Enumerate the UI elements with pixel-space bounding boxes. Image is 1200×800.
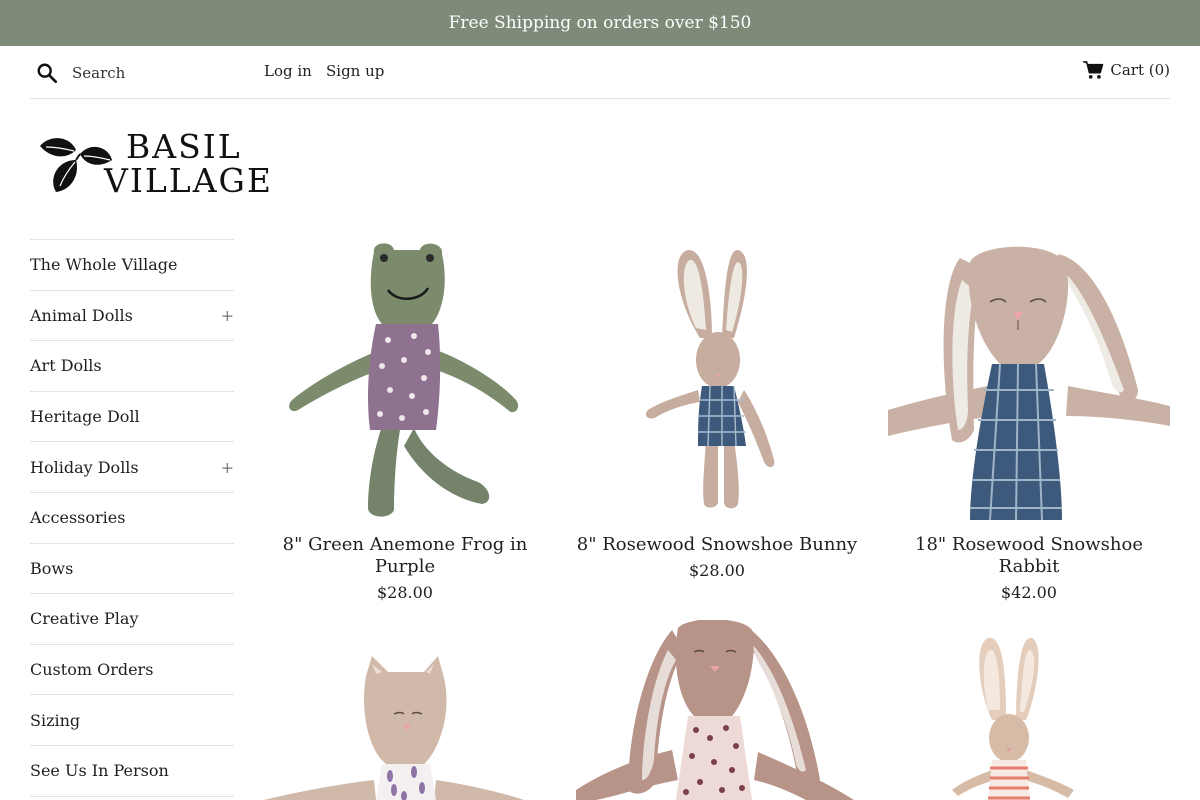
expand-plus-icon[interactable]: + [221, 306, 234, 325]
announcement-bar: Free Shipping on orders over $150 [0, 0, 1200, 46]
product-price: $28.00 [689, 561, 745, 580]
sidebar-item-holiday-dolls[interactable]: Holiday Dolls + [30, 442, 234, 493]
sidebar-item-custom-orders[interactable]: Custom Orders [30, 645, 234, 696]
top-bar: Log in Sign up Cart (0) [30, 46, 1170, 99]
product-card[interactable] [576, 620, 858, 800]
product-image-large-rabbit[interactable] [888, 240, 1170, 520]
sidebar-item-label: Accessories [30, 508, 126, 528]
search-icon[interactable] [36, 62, 58, 84]
sidebar-item-creative-play[interactable]: Creative Play [30, 594, 234, 645]
product-card[interactable] [888, 620, 1170, 800]
product-card[interactable]: 18" Rosewood Snowshoe Rabbit $42.00 [888, 240, 1170, 602]
product-image-cat[interactable] [264, 620, 546, 800]
product-title[interactable]: 8" Green Anemone Frog in Purple [264, 534, 546, 578]
sidebar-item-label: See Us In Person [30, 761, 169, 781]
product-image-small-bunny[interactable] [576, 240, 858, 520]
cart-label: Cart (0) [1110, 61, 1170, 79]
product-price: $28.00 [377, 583, 433, 602]
product-image-striped-bunny[interactable] [888, 620, 1170, 800]
sidebar-item-label: Animal Dolls [30, 305, 133, 325]
logo-text: BASIL VILLAGE [104, 130, 273, 198]
login-link[interactable]: Log in [264, 62, 312, 80]
sidebar-item-whole-village[interactable]: The Whole Village [30, 240, 234, 291]
announcement-text: Free Shipping on orders over $150 [448, 13, 752, 33]
sidebar-item-label: Bows [30, 558, 74, 578]
sidebar-item-label: Art Dolls [30, 356, 102, 376]
search-input[interactable] [72, 60, 252, 86]
signup-link[interactable]: Sign up [326, 62, 384, 80]
sidebar-nav: The Whole Village Animal Dolls + Art Doll… [30, 239, 234, 797]
product-title[interactable]: 8" Rosewood Snowshoe Bunny [576, 534, 858, 556]
logo-line-1: BASIL [126, 127, 242, 166]
product-image-floral-rabbit[interactable] [576, 620, 858, 800]
sidebar-item-label: Creative Play [30, 609, 139, 629]
logo-line-2: VILLAGE [104, 161, 273, 200]
sidebar-item-see-us-in-person[interactable]: See Us In Person [30, 746, 234, 797]
sidebar-item-bows[interactable]: Bows [30, 544, 234, 595]
product-price: $42.00 [1001, 583, 1057, 602]
sidebar-item-accessories[interactable]: Accessories [30, 493, 234, 544]
product-title[interactable]: 18" Rosewood Snowshoe Rabbit [888, 534, 1170, 578]
product-image-frog[interactable] [264, 240, 546, 520]
sidebar-item-animal-dolls[interactable]: Animal Dolls + [30, 291, 234, 342]
sidebar-item-label: Heritage Doll [30, 407, 140, 427]
product-card[interactable]: 8" Rosewood Snowshoe Bunny $28.00 [576, 240, 858, 580]
sidebar-item-label: The Whole Village [30, 255, 178, 275]
product-card[interactable] [264, 620, 546, 800]
sidebar-item-heritage-doll[interactable]: Heritage Doll [30, 392, 234, 443]
cart-link[interactable]: Cart (0) [1082, 60, 1170, 80]
cart-icon [1083, 61, 1104, 79]
product-card[interactable]: 8" Green Anemone Frog in Purple $28.00 [264, 240, 546, 602]
sidebar-item-label: Custom Orders [30, 660, 154, 680]
sidebar-item-art-dolls[interactable]: Art Dolls [30, 341, 234, 392]
store-logo[interactable]: BASIL VILLAGE [36, 128, 276, 212]
basil-leaves-icon [40, 138, 112, 192]
sidebar-item-label: Sizing [30, 710, 81, 730]
sidebar-item-sizing[interactable]: Sizing [30, 695, 234, 746]
expand-plus-icon[interactable]: + [221, 458, 234, 477]
sidebar-item-label: Holiday Dolls [30, 457, 139, 477]
